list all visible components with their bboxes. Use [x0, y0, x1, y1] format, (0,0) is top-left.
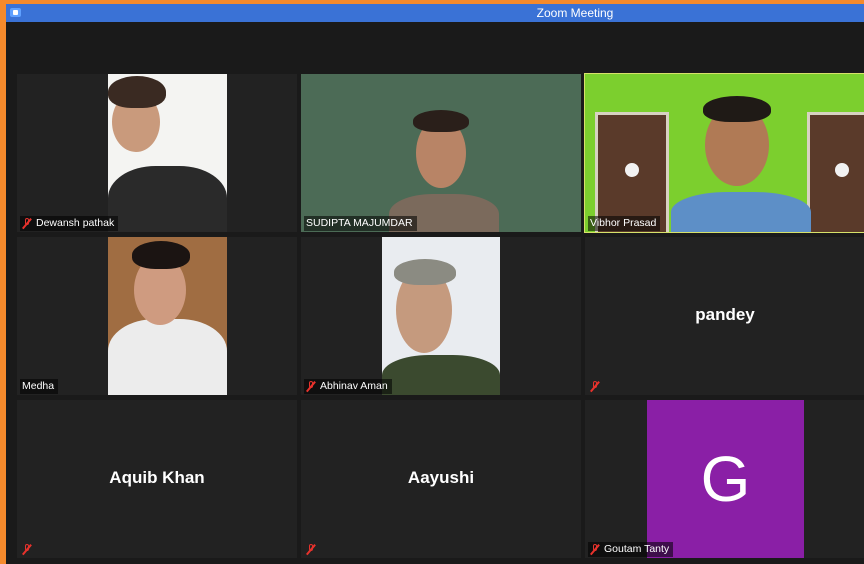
participant-video	[382, 237, 500, 395]
participant-display-name: Aquib Khan	[109, 468, 205, 487]
participant-video	[108, 237, 227, 395]
participant-name-label: SUDIPTA MAJUMDAR	[304, 216, 417, 231]
participant-video	[301, 74, 581, 232]
participant-display-name: pandey	[695, 305, 755, 324]
participant-tile-aayushi[interactable]: Aayushi	[301, 400, 581, 558]
participant-name-label	[304, 542, 324, 557]
participant-tile-aquib[interactable]: Aquib Khan	[17, 400, 297, 558]
participant-display-name: Aayushi	[407, 468, 475, 487]
participant-name-label	[20, 542, 40, 557]
microphone-muted-icon	[590, 544, 600, 555]
participant-name-label: Abhinav Aman	[304, 379, 392, 394]
participant-video	[585, 74, 864, 232]
participant-video	[108, 74, 227, 232]
participant-tile-vibhor-active-speaker[interactable]: Vibhor Prasad	[584, 73, 864, 233]
participant-name-label: Dewansh pathak	[20, 216, 119, 231]
participant-tile-medha[interactable]: Medha	[17, 237, 297, 395]
microphone-muted-icon	[22, 218, 32, 229]
participant-name-label: Vibhor Prasad	[588, 216, 661, 231]
microphone-muted-icon	[590, 381, 600, 392]
window-title: Zoom Meeting	[536, 6, 614, 20]
microphone-muted-icon	[306, 381, 316, 392]
participant-name-label: Medha	[20, 379, 59, 394]
participant-tile-pandey[interactable]: pandey	[585, 237, 864, 395]
participant-name-label	[588, 379, 608, 394]
participant-tile-dewansh[interactable]: Dewansh pathak	[17, 74, 297, 232]
avatar: G	[647, 400, 804, 558]
participant-tile-abhinav[interactable]: Abhinav Aman	[301, 237, 581, 395]
participant-tile-goutam[interactable]: G Goutam Tanty	[585, 400, 864, 558]
participant-name-label: Goutam Tanty	[588, 542, 674, 557]
title-bar[interactable]: Zoom Meeting	[6, 4, 864, 22]
participant-tile-sudipta[interactable]: SUDIPTA MAJUMDAR	[301, 74, 581, 232]
microphone-muted-icon	[22, 544, 32, 555]
zoom-window: Zoom Meeting Dewansh pathak SUDIPTA MAJU…	[6, 4, 864, 564]
microphone-muted-icon	[306, 544, 316, 555]
